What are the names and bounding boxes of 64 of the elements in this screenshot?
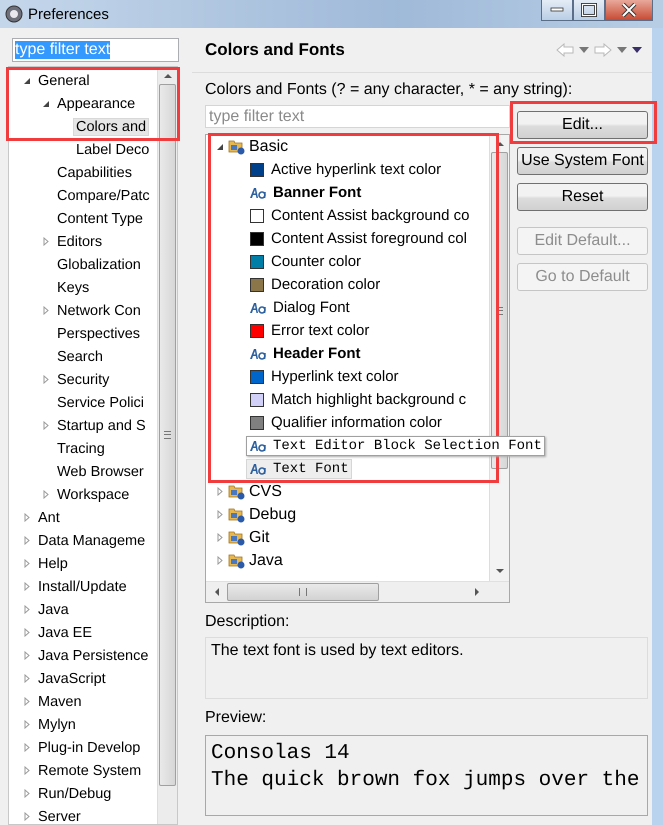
tree-item[interactable]: Keys xyxy=(54,278,92,296)
preview-label: Preview: xyxy=(205,709,268,728)
tree-item[interactable]: Dialog Font xyxy=(246,297,353,318)
tree-item[interactable]: Content Type xyxy=(54,210,146,228)
tree-item[interactable]: Colors and xyxy=(73,118,150,136)
tree-item[interactable]: Text Font xyxy=(246,458,352,478)
filter-label: Colors and Fonts (? = any character, * = any string): xyxy=(205,81,574,100)
window-title: Preferences xyxy=(28,6,109,22)
button[interactable]: Use System Font xyxy=(517,147,648,175)
tree-item[interactable]: Globalization xyxy=(54,256,144,274)
tree-item[interactable]: Decoration color xyxy=(246,274,384,295)
description-text: The text font is used by text editors. xyxy=(205,637,648,699)
tree-item[interactable]: Content Assist foreground col xyxy=(246,228,470,249)
tree-item[interactable]: Debug xyxy=(249,506,296,524)
tree-item[interactable]: Qualifier information color xyxy=(246,412,445,433)
tree-item[interactable]: Workspace xyxy=(54,486,132,504)
tree-item[interactable]: Banner Font xyxy=(246,182,364,203)
tree-item[interactable]: Mylyn xyxy=(35,716,79,734)
tree-item[interactable]: Startup and S xyxy=(54,416,149,434)
button[interactable]: Edit... xyxy=(517,111,648,139)
button[interactable]: Reset xyxy=(517,183,648,211)
tree-item[interactable]: Remote System xyxy=(35,762,144,780)
tree-item[interactable]: Data Manageme xyxy=(35,532,148,550)
tree-item[interactable]: Compare/Patc xyxy=(54,186,153,204)
tree-item[interactable]: Content Assist background co xyxy=(246,205,472,226)
tree-item[interactable]: Editors xyxy=(54,232,106,250)
tree-item[interactable]: Plug-in Develop xyxy=(35,738,144,756)
tree-item[interactable]: Install/Update xyxy=(35,578,130,596)
tree-item[interactable]: Java xyxy=(35,600,72,618)
tree-item[interactable]: Server xyxy=(35,808,84,824)
tree-item[interactable]: Git xyxy=(249,528,270,546)
tree-item[interactable]: Run/Debug xyxy=(35,784,114,802)
tree-item[interactable]: Maven xyxy=(35,692,85,710)
tree-item[interactable]: Text Editor Block Selection Font xyxy=(246,436,545,456)
preview-text: The quick brown fox jumps over the xyxy=(211,768,640,794)
tree-item[interactable]: Search xyxy=(54,348,106,366)
tree-item[interactable]: Service Polici xyxy=(54,394,148,412)
filter-field[interactable]: type filter text xyxy=(205,105,510,128)
tree-item[interactable]: Appearance xyxy=(54,94,138,112)
tree-item[interactable]: Hyperlink text color xyxy=(246,366,402,387)
tree-item[interactable]: Java xyxy=(249,552,283,570)
tree-item[interactable]: Counter color xyxy=(246,251,364,272)
page-title: Colors and Fonts xyxy=(205,40,345,60)
tree-item[interactable]: JavaScript xyxy=(35,670,109,688)
tree-item[interactable]: Error text color xyxy=(246,320,372,341)
description-label: Description: xyxy=(205,613,290,632)
tree-item[interactable]: Help xyxy=(35,554,71,572)
tree-item[interactable]: CVS xyxy=(249,482,282,500)
tree-item[interactable]: Header Font xyxy=(246,343,364,364)
tree-item[interactable]: Tracing xyxy=(54,440,108,458)
tree-item[interactable]: Label Deco xyxy=(73,140,152,158)
tree-item[interactable]: Match highlight background c xyxy=(246,389,470,410)
tree-item[interactable]: Java Persistence xyxy=(35,646,152,664)
tree-item[interactable]: Web Browser xyxy=(54,462,147,480)
tree-item[interactable]: Active hyperlink text color xyxy=(246,159,444,180)
tree-item[interactable]: General xyxy=(35,72,93,90)
tree-item[interactable]: Security xyxy=(54,370,112,388)
tree-item[interactable]: Perspectives xyxy=(54,324,144,342)
preview-text: Consolas 14 xyxy=(211,741,351,767)
tree-item[interactable]: Network Con xyxy=(54,302,144,320)
tree-item[interactable]: Capabilities xyxy=(54,164,135,182)
tree-item[interactable]: Basic xyxy=(249,138,288,156)
tree-item[interactable]: Ant xyxy=(35,508,63,526)
tree-item[interactable]: Java EE xyxy=(35,624,95,642)
